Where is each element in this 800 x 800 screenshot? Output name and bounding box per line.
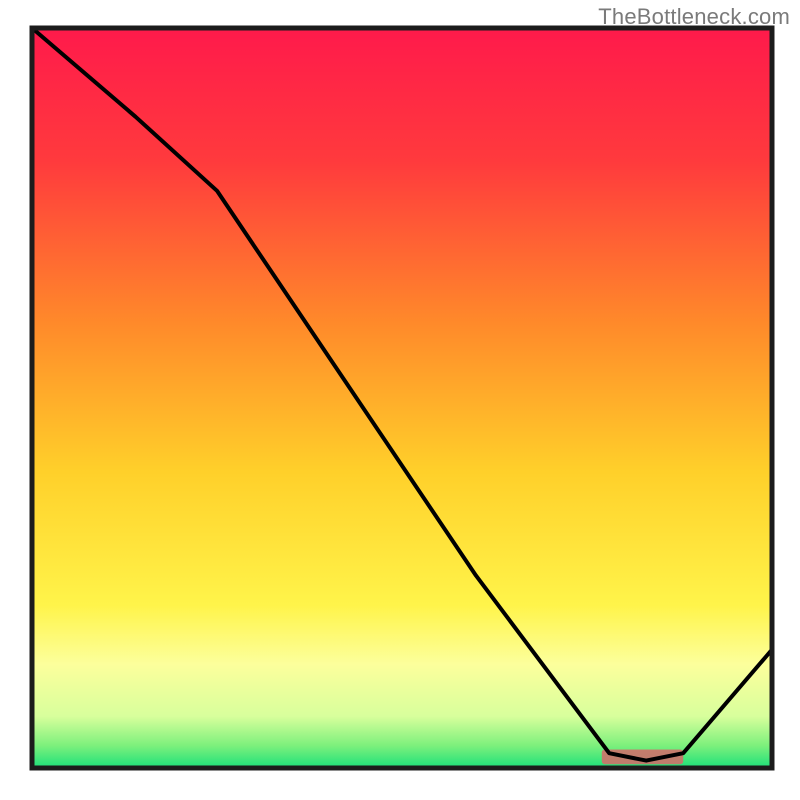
chart-container: TheBottleneck.com xyxy=(0,0,800,800)
plot-background xyxy=(32,28,772,768)
chart-svg xyxy=(0,0,800,800)
